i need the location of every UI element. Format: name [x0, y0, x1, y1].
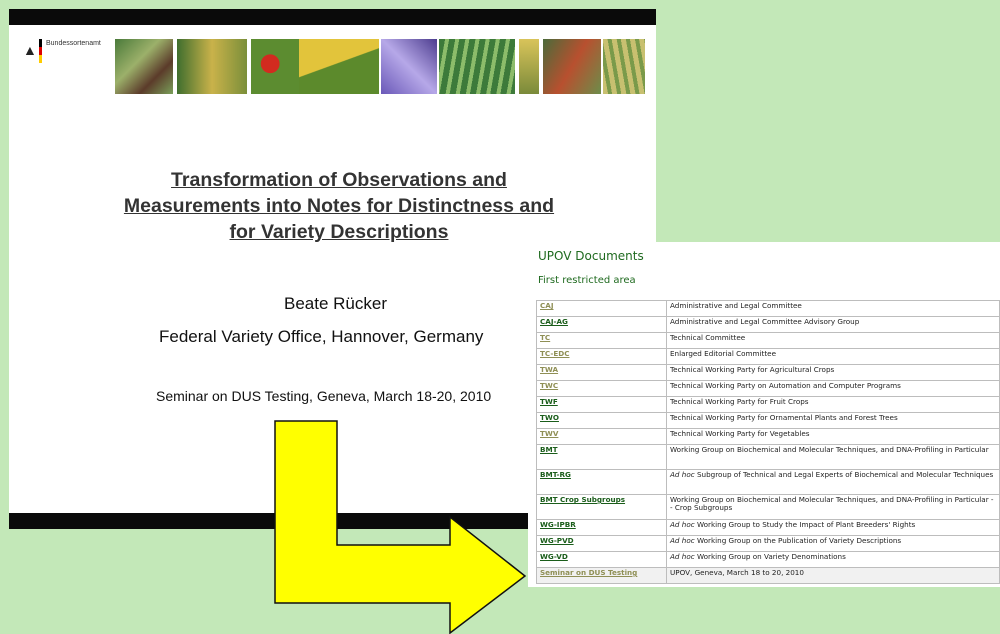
table-row: WG-VD Ad hoc Working Group on Variety Den… — [536, 551, 1000, 568]
document-description: Ad hoc Working Group on Variety Denomina… — [666, 551, 1000, 568]
description-text: Working Group on Variety Denominations — [694, 552, 846, 561]
slide-title: Transformation of Observations and Measu… — [69, 167, 609, 245]
document-description: Ad hoc Subgroup of Technical and Legal E… — [666, 469, 1000, 495]
document-code-link[interactable]: WG-PVD — [536, 535, 667, 552]
document-description: Technical Working Party for Agricultural… — [666, 364, 1000, 381]
table-row: TWO Technical Working Party for Ornamenta… — [536, 412, 1000, 429]
document-code-link[interactable]: WG-IPBR — [536, 519, 667, 536]
crop-photo — [603, 39, 645, 94]
description-text: Technical Working Party on Automation an… — [670, 381, 901, 390]
panel-title: UPOV Documents — [538, 249, 644, 263]
crop-photo — [115, 39, 173, 94]
document-description: Enlarged Editorial Committee — [666, 348, 1000, 365]
description-text: UPOV, Geneva, March 18 to 20, 2010 — [670, 568, 804, 577]
document-code-link[interactable]: TWA — [536, 364, 667, 381]
description-text: Technical Committee — [670, 333, 746, 342]
description-text: Technical Working Party for Fruit Crops — [670, 397, 809, 406]
table-row: TC-EDC Enlarged Editorial Committee — [536, 348, 1000, 365]
table-row: BMT Crop Subgroups Working Group on Bioch… — [536, 494, 1000, 520]
description-italic: Ad hoc — [670, 552, 695, 561]
table-row: CAJ Administrative and Legal Committee — [536, 300, 1000, 317]
document-code-link[interactable]: TWV — [536, 428, 667, 445]
description-text: Technical Working Party for Agricultural… — [670, 365, 835, 374]
document-code-link[interactable]: TWC — [536, 380, 667, 397]
document-description: Working Group on Biochemical and Molecul… — [666, 494, 1000, 520]
document-code-link[interactable]: Seminar on DUS Testing — [536, 567, 667, 584]
document-code-link[interactable]: TC — [536, 332, 667, 349]
document-description: UPOV, Geneva, March 18 to 20, 2010 — [666, 567, 1000, 584]
crop-photo — [381, 39, 437, 94]
document-description: Working Group on Biochemical and Molecul… — [666, 444, 1000, 470]
table-row: TC Technical Committee — [536, 332, 1000, 349]
table-row: TWA Technical Working Party for Agricultu… — [536, 364, 1000, 381]
document-code-link[interactable]: CAJ — [536, 300, 667, 317]
description-italic: Ad hoc — [670, 536, 695, 545]
slide-top-bar — [9, 9, 656, 25]
documents-table: CAJ Administrative and Legal Committee CAJ… — [536, 300, 1000, 584]
table-row: CAJ-AG Administrative and Legal Committee… — [536, 316, 1000, 333]
document-description: Technical Committee — [666, 332, 1000, 349]
description-text: Enlarged Editorial Committee — [670, 349, 777, 358]
document-code-link[interactable]: BMT — [536, 444, 667, 470]
slide-seminar-info: Seminar on DUS Testing, Geneva, March 18… — [156, 388, 492, 404]
crop-photo — [177, 39, 247, 94]
document-description: Technical Working Party on Automation an… — [666, 380, 1000, 397]
description-text: Administrative and Legal Committee Advis… — [670, 317, 860, 326]
table-row: BMT Working Group on Biochemical and Mole… — [536, 444, 1000, 470]
table-row: BMT-RG Ad hoc Subgroup of Technical and L… — [536, 469, 1000, 495]
description-text: Working Group to Study the Impact of Pla… — [694, 520, 916, 529]
crop-photo — [251, 39, 299, 94]
upov-documents-panel: UPOV Documents First restricted area CAJ… — [528, 242, 1000, 587]
description-italic: Ad hoc — [670, 520, 695, 529]
document-description: Ad hoc Working Group on the Publication … — [666, 535, 1000, 552]
slide-affiliation: Federal Variety Office, Hannover, German… — [159, 327, 484, 346]
table-row: TWC Technical Working Party on Automation… — [536, 380, 1000, 397]
document-code-link[interactable]: TC-EDC — [536, 348, 667, 365]
document-code-link[interactable]: BMT-RG — [536, 469, 667, 495]
description-text: Working Group on the Publication of Vari… — [694, 536, 902, 545]
table-row: WG-PVD Ad hoc Working Group on the Public… — [536, 535, 1000, 552]
table-row: TWF Technical Working Party for Fruit Cro… — [536, 396, 1000, 413]
document-code-link[interactable]: TWF — [536, 396, 667, 413]
crop-photo — [543, 39, 601, 94]
crop-photo — [519, 39, 539, 94]
document-code-link[interactable]: TWO — [536, 412, 667, 429]
table-row: Seminar on DUS Testing UPOV, Geneva, Marc… — [536, 567, 1000, 584]
document-description: Technical Working Party for Vegetables — [666, 428, 1000, 445]
agency-logo-text: Bundessortenamt — [46, 40, 101, 47]
description-text: Working Group on Biochemical and Molecul… — [670, 495, 994, 513]
german-flag-stripe — [39, 39, 42, 63]
crop-photo — [299, 39, 379, 94]
crop-photo — [439, 39, 515, 94]
description-text: Technical Working Party for Ornamental P… — [670, 413, 898, 422]
table-row: TWV Technical Working Party for Vegetable… — [536, 428, 1000, 445]
author-name: Beate Rücker — [284, 294, 387, 313]
document-code-link[interactable]: BMT Crop Subgroups — [536, 494, 667, 520]
document-code-link[interactable]: CAJ-AG — [536, 316, 667, 333]
table-row: WG-IPBR Ad hoc Working Group to Study the… — [536, 519, 1000, 536]
slide-title-line: Measurements into Notes for Distinctness… — [123, 195, 555, 217]
crop-photo-strip — [115, 39, 645, 94]
slide-title-line: Transformation of Observations and — [171, 169, 507, 191]
description-text: Administrative and Legal Committee — [670, 301, 802, 310]
description-text: Technical Working Party for Vegetables — [670, 429, 810, 438]
document-description: Technical Working Party for Fruit Crops — [666, 396, 1000, 413]
document-description: Technical Working Party for Ornamental P… — [666, 412, 1000, 429]
description-text: Working Group on Biochemical and Molecul… — [670, 445, 989, 454]
description-italic: Ad hoc — [670, 470, 695, 479]
description-text: Subgroup of Technical and Legal Experts … — [694, 470, 994, 479]
document-description: Ad hoc Working Group to Study the Impact… — [666, 519, 1000, 536]
federal-eagle-icon: ▲ — [23, 42, 37, 58]
document-description: Administrative and Legal Committee Advis… — [666, 316, 1000, 333]
panel-subtitle: First restricted area — [538, 275, 636, 286]
document-description: Administrative and Legal Committee — [666, 300, 1000, 317]
document-code-link[interactable]: WG-VD — [536, 551, 667, 568]
